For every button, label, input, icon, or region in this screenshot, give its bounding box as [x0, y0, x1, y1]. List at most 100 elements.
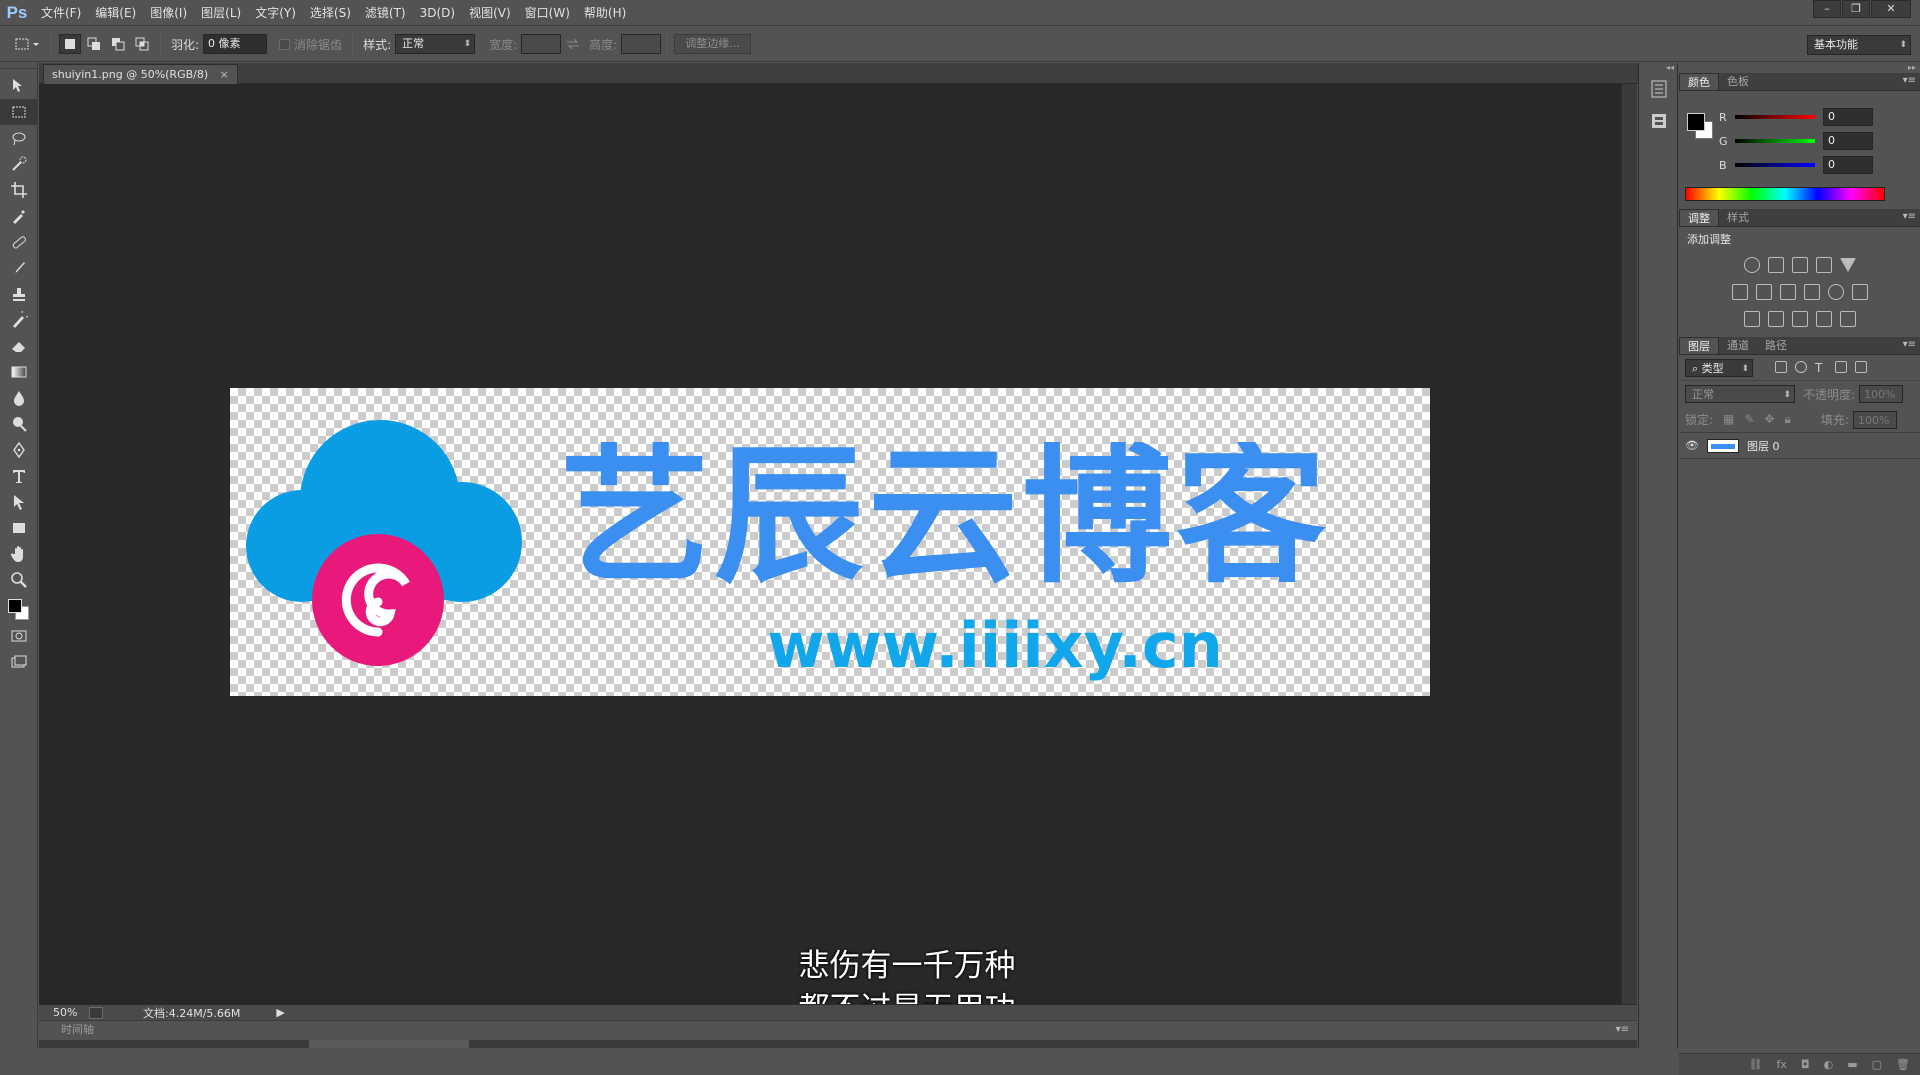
- style-select[interactable]: 正常: [395, 34, 476, 54]
- intersect-selection-icon[interactable]: [131, 34, 153, 54]
- green-value-input[interactable]: 0: [1823, 132, 1873, 150]
- lock-position-icon[interactable]: ✥: [1764, 412, 1774, 427]
- menu-select[interactable]: 选择(S): [303, 0, 358, 26]
- pen-tool-icon[interactable]: [0, 437, 38, 463]
- status-menu-arrow-icon[interactable]: ▶: [276, 1006, 284, 1019]
- layers-menu-icon[interactable]: ▾≡: [1903, 339, 1916, 350]
- blur-tool-icon[interactable]: [0, 385, 38, 411]
- screen-mode-icon[interactable]: [0, 649, 38, 675]
- proof-icon[interactable]: [89, 1006, 103, 1019]
- green-slider[interactable]: [1735, 139, 1815, 143]
- curves-icon[interactable]: [1791, 256, 1808, 273]
- tab-layers[interactable]: 图层: [1679, 337, 1719, 354]
- eraser-tool-icon[interactable]: [0, 333, 38, 359]
- lasso-tool-icon[interactable]: [0, 125, 38, 151]
- levels-icon[interactable]: [1767, 256, 1784, 273]
- filter-smart-object-icon[interactable]: [1855, 360, 1867, 373]
- refine-edge-button[interactable]: 调整边缘...: [674, 34, 751, 54]
- brush-tool-icon[interactable]: [0, 255, 38, 281]
- color-panel-menu-icon[interactable]: ▾≡: [1903, 75, 1916, 86]
- filter-shape-icon[interactable]: [1835, 360, 1847, 373]
- blue-channel-row[interactable]: B 0: [1679, 153, 1920, 177]
- fill-input[interactable]: 100%: [1852, 410, 1897, 429]
- history-brush-tool-icon[interactable]: [0, 307, 38, 333]
- filter-adjustment-icon[interactable]: [1795, 360, 1807, 373]
- menu-edit[interactable]: 编辑(E): [88, 0, 143, 26]
- menu-type[interactable]: 文字(Y): [248, 0, 303, 26]
- rectangle-tool-icon[interactable]: [0, 515, 38, 541]
- tab-paths[interactable]: 路径: [1757, 337, 1795, 354]
- vibrance-icon[interactable]: [1839, 257, 1856, 272]
- tab-adjustments[interactable]: 调整: [1679, 209, 1719, 226]
- path-selection-tool-icon[interactable]: [0, 489, 38, 515]
- filter-type-icon[interactable]: T: [1815, 361, 1827, 375]
- lock-transparent-icon[interactable]: ▦: [1723, 412, 1734, 427]
- add-mask-icon[interactable]: ◘: [1801, 1058, 1810, 1071]
- photo-filter-icon[interactable]: [1803, 283, 1820, 300]
- width-input[interactable]: [521, 34, 562, 54]
- invert-icon[interactable]: [1743, 310, 1760, 327]
- menu-3d[interactable]: 3D(D): [413, 0, 462, 26]
- layer-style-icon[interactable]: fx: [1777, 1058, 1787, 1071]
- menu-layer[interactable]: 图层(L): [194, 0, 248, 26]
- feather-input[interactable]: 0 像素: [203, 34, 268, 54]
- collapse-panels-icon[interactable]: ▸▸: [1679, 63, 1920, 73]
- new-layer-icon[interactable]: ▢: [1872, 1058, 1882, 1071]
- clone-stamp-tool-icon[interactable]: [0, 281, 38, 307]
- quick-selection-tool-icon[interactable]: [0, 151, 38, 177]
- image-layer[interactable]: 艺辰云博客 www.iiiixy.cn: [230, 388, 1430, 696]
- zoom-level[interactable]: 50%: [39, 1006, 89, 1019]
- lock-all-icon[interactable]: 🔒︎: [1785, 412, 1791, 427]
- visibility-eye-icon[interactable]: 👁︎: [1685, 439, 1707, 452]
- dodge-tool-icon[interactable]: [0, 411, 38, 437]
- zoom-tool-icon[interactable]: [0, 567, 38, 593]
- type-tool-icon[interactable]: [0, 463, 38, 489]
- vertical-scrollbar[interactable]: [1621, 84, 1637, 1004]
- opacity-input[interactable]: 100%: [1859, 385, 1904, 403]
- filter-pixel-icon[interactable]: [1775, 360, 1787, 373]
- new-selection-icon[interactable]: [59, 34, 81, 54]
- document-tab[interactable]: shuiyin1.png @ 50%(RGB/8) ×: [43, 64, 238, 84]
- history-panel-icon[interactable]: [1639, 73, 1679, 105]
- red-channel-row[interactable]: R 0: [1679, 105, 1920, 129]
- blend-mode-select[interactable]: 正常: [1685, 385, 1795, 404]
- gradient-map-icon[interactable]: [1815, 310, 1832, 327]
- delete-layer-icon[interactable]: 🗑︎: [1896, 1058, 1910, 1071]
- hand-tool-icon[interactable]: [0, 541, 38, 567]
- tab-channels[interactable]: 通道: [1719, 337, 1757, 354]
- hue-saturation-icon[interactable]: [1731, 283, 1748, 300]
- adjustments-menu-icon[interactable]: ▾≡: [1903, 211, 1916, 222]
- blue-value-input[interactable]: 0: [1823, 156, 1873, 174]
- document-canvas[interactable]: 艺辰云博客 www.iiiixy.cn: [39, 84, 1621, 1004]
- brightness-contrast-icon[interactable]: [1743, 256, 1760, 273]
- tab-swatches[interactable]: 色板: [1719, 73, 1757, 90]
- marquee-tool-icon[interactable]: [0, 99, 38, 125]
- timeline-menu-icon[interactable]: ▾≡: [1616, 1021, 1629, 1039]
- menu-file[interactable]: 文件(F): [34, 0, 88, 26]
- layer-row[interactable]: 👁︎ 图层 0: [1679, 433, 1920, 459]
- blue-slider[interactable]: [1735, 163, 1815, 167]
- color-swatches[interactable]: [0, 593, 37, 623]
- horizontal-scrollbar[interactable]: [39, 1040, 1637, 1048]
- channel-mixer-icon[interactable]: [1827, 283, 1844, 300]
- minimize-button[interactable]: –: [1813, 0, 1841, 18]
- swap-dimensions-icon[interactable]: [562, 34, 584, 54]
- menu-view[interactable]: 视图(V): [462, 0, 518, 26]
- restore-button[interactable]: ❐: [1842, 0, 1870, 18]
- new-adjustment-layer-icon[interactable]: ◐: [1824, 1058, 1834, 1071]
- move-tool-icon[interactable]: [0, 73, 38, 99]
- add-to-selection-icon[interactable]: [83, 34, 105, 54]
- menu-image[interactable]: 图像(I): [143, 0, 194, 26]
- color-spectrum[interactable]: [1685, 187, 1885, 201]
- horizontal-scroll-thumb[interactable]: [309, 1040, 469, 1048]
- color-lookup-icon[interactable]: [1851, 283, 1868, 300]
- height-input[interactable]: [621, 34, 662, 54]
- link-layers-icon[interactable]: ⛓︎: [1749, 1058, 1763, 1071]
- selective-color-icon[interactable]: [1839, 310, 1856, 327]
- exposure-icon[interactable]: [1815, 256, 1832, 273]
- layer-filter-select[interactable]: ⌕ 类型: [1685, 358, 1753, 378]
- green-channel-row[interactable]: G 0: [1679, 129, 1920, 153]
- marquee-preset-icon[interactable]: [10, 34, 44, 54]
- tab-styles[interactable]: 样式: [1719, 209, 1757, 226]
- black-white-icon[interactable]: [1779, 283, 1796, 300]
